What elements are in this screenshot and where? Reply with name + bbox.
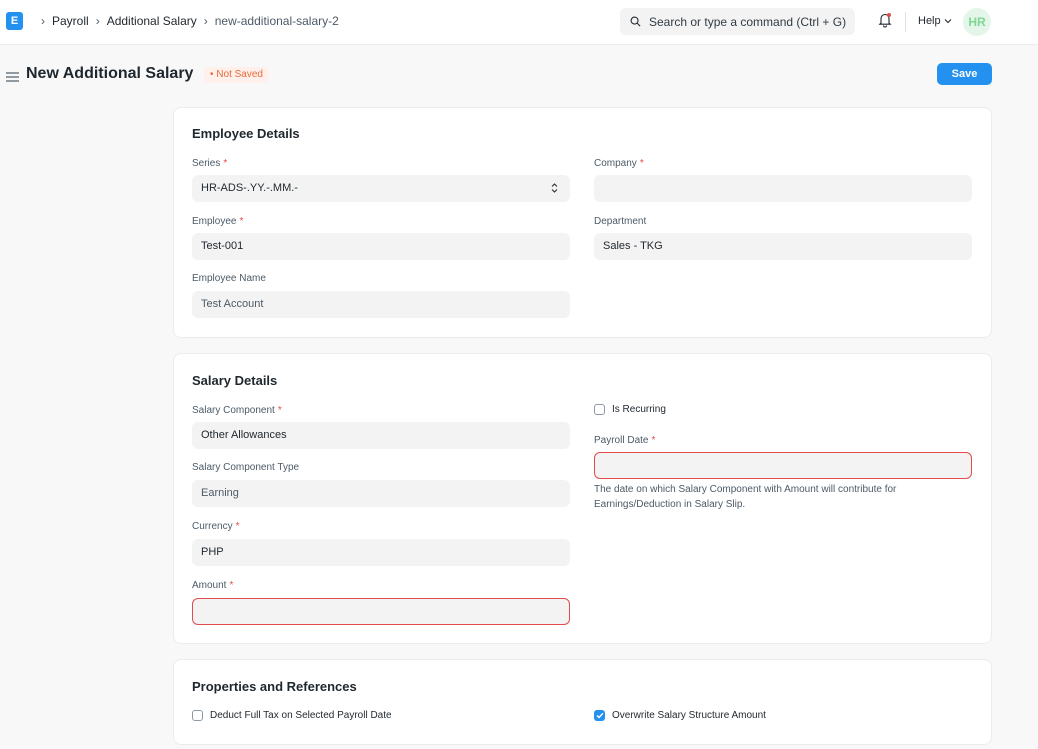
payroll-date-help-text: The date on which Salary Component with … — [594, 484, 897, 510]
series-value: HR-ADS-.YY.-.MM.- — [201, 182, 298, 194]
checkmark-icon — [596, 712, 604, 719]
chevron-right-icon: › — [95, 14, 100, 28]
salary-component-label: Salary Component * — [192, 405, 282, 416]
status-badge: • Not Saved — [204, 67, 269, 83]
breadcrumb-payroll[interactable]: Payroll — [52, 14, 89, 28]
section-title-employee-details: Employee Details — [192, 126, 300, 141]
department-field[interactable]: Sales - TKG — [594, 233, 972, 260]
help-dropdown[interactable]: Help — [918, 15, 952, 27]
salary-component-type-field: Earning — [192, 480, 570, 507]
app-logo[interactable]: E — [6, 12, 23, 30]
chevron-right-icon: › — [41, 14, 45, 28]
checkbox-box[interactable] — [594, 404, 605, 415]
sidebar-toggle-icon[interactable] — [6, 70, 19, 85]
page-title: New Additional Salary — [26, 65, 194, 82]
search-placeholder: Search or type a command (Ctrl + G) — [649, 14, 847, 29]
salary-component-field[interactable]: Other Allowances — [192, 422, 570, 449]
search-bar[interactable]: Search or type a command (Ctrl + G) — [620, 8, 855, 35]
save-button[interactable]: Save — [937, 63, 992, 85]
currency-field[interactable]: PHP — [192, 539, 570, 566]
breadcrumb-current: new-additional-salary-2 — [214, 14, 339, 28]
section-title-salary-details: Salary Details — [192, 373, 278, 388]
navbar-divider — [905, 12, 906, 32]
department-label: Department — [594, 216, 647, 227]
currency-label: Currency * — [192, 521, 240, 532]
section-title-properties: Properties and References — [192, 679, 357, 694]
series-select[interactable]: HR-ADS-.YY.-.MM.- — [192, 175, 570, 202]
checkbox-box[interactable] — [192, 710, 203, 721]
search-icon — [630, 16, 641, 27]
notification-bell-icon[interactable] — [878, 12, 892, 31]
is-recurring-label: Is Recurring — [612, 404, 666, 415]
company-label: Company * — [594, 158, 644, 169]
checkbox-box-checked[interactable] — [594, 710, 605, 721]
overwrite-label: Overwrite Salary Structure Amount — [612, 710, 766, 721]
top-navbar: E › Payroll › Additional Salary › new-ad… — [0, 0, 1038, 45]
properties-references-section: Properties and References Deduct Full Ta… — [173, 659, 992, 745]
amount-label: Amount * — [192, 580, 234, 591]
chevron-right-icon: › — [203, 14, 208, 28]
payroll-date-field[interactable] — [594, 452, 972, 479]
company-field[interactable] — [594, 175, 972, 202]
employee-name-field: Test Account — [192, 291, 570, 318]
help-label: Help — [918, 15, 941, 27]
amount-field[interactable] — [192, 598, 570, 625]
select-arrows-icon — [551, 183, 558, 193]
salary-details-section: Salary Details Salary Component * Other A… — [173, 353, 992, 644]
page-header: New Additional Salary • Not Saved Save — [0, 58, 1038, 92]
payroll-date-label: Payroll Date * — [594, 435, 656, 446]
deduct-full-tax-checkbox[interactable]: Deduct Full Tax on Selected Payroll Date — [192, 710, 392, 721]
salary-component-type-label: Salary Component Type — [192, 462, 300, 473]
deduct-full-tax-label: Deduct Full Tax on Selected Payroll Date — [210, 710, 392, 721]
employee-name-label: Employee Name — [192, 273, 266, 284]
employee-details-section: Employee Details Series * HR-ADS-.YY.-.MM… — [173, 107, 992, 338]
series-label: Series * — [192, 158, 228, 169]
employee-field[interactable]: Test-001 — [192, 233, 570, 260]
chevron-down-icon — [944, 19, 952, 24]
overwrite-salary-structure-checkbox[interactable]: Overwrite Salary Structure Amount — [594, 710, 766, 721]
status-text: Not Saved — [216, 69, 263, 80]
is-recurring-checkbox[interactable]: Is Recurring — [594, 404, 666, 415]
employee-label: Employee * — [192, 216, 244, 227]
avatar[interactable]: HR — [963, 8, 991, 36]
breadcrumb: › Payroll › Additional Salary › new-addi… — [34, 14, 339, 28]
breadcrumb-additional-salary[interactable]: Additional Salary — [107, 14, 197, 28]
